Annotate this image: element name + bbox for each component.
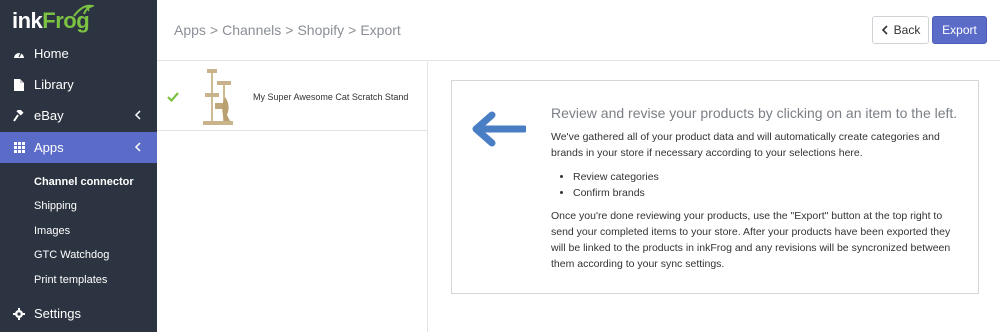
breadcrumb: Apps > Channels > Shopify > Export	[174, 22, 401, 38]
sidebar-subitem-channel-connector[interactable]: Channel connector	[34, 176, 134, 188]
breadcrumb-separator: >	[348, 22, 357, 38]
sidebar-item-home[interactable]: Home	[0, 38, 157, 69]
product-name: My Super Awesome Cat Scratch Stand	[253, 92, 409, 102]
back-button[interactable]: Back	[872, 16, 929, 44]
sidebar-subitem-gtc-watchdog[interactable]: GTC Watchdog	[34, 249, 109, 261]
sidebar-item-label: Settings	[34, 306, 81, 321]
product-thumbnail	[203, 69, 233, 125]
sidebar-item-label: Library	[34, 77, 74, 92]
breadcrumb-item-apps[interactable]: Apps	[174, 22, 206, 38]
list-item: Confirm brands	[573, 185, 659, 201]
chevron-left-icon	[881, 25, 888, 35]
sidebar-item-library[interactable]: Library	[0, 69, 157, 100]
breadcrumb-separator: >	[285, 22, 294, 38]
instructions-panel: Review and revise your products by click…	[451, 80, 979, 294]
sidebar-subitem-print-templates[interactable]: Print templates	[34, 274, 107, 286]
sidebar-item-label: Apps	[34, 140, 64, 155]
panel-bullet-list: Review categories Confirm brands	[565, 169, 659, 201]
dashboard-icon	[12, 49, 26, 59]
frog-leaf-icon	[73, 4, 94, 17]
sidebar-item-label: Home	[34, 46, 69, 61]
export-button-label: Export	[942, 23, 977, 37]
breadcrumb-separator: >	[209, 22, 219, 38]
back-button-label: Back	[893, 23, 921, 37]
breadcrumb-item-export: Export	[360, 22, 401, 38]
chevron-left-icon	[134, 110, 141, 120]
chevron-left-icon	[134, 142, 141, 152]
panel-intro-text: We've gathered all of your product data …	[551, 131, 940, 159]
gear-icon	[12, 307, 26, 320]
sidebar-subitem-images[interactable]: Images	[34, 225, 70, 237]
gavel-icon	[12, 109, 26, 122]
sidebar-item-ebay[interactable]: eBay	[0, 100, 157, 131]
check-icon	[167, 92, 179, 102]
sidebar-subitem-shipping[interactable]: Shipping	[34, 200, 77, 212]
inkfrog-logo[interactable]: inkFrog	[12, 4, 94, 34]
list-item: Review categories	[573, 169, 659, 185]
sidebar: inkFrog Home Library eBay Apps Channel c…	[0, 0, 157, 332]
top-header: Apps > Channels > Shopify > Export Back Export	[157, 0, 1000, 61]
panel-outro-text: Once you're done reviewing your products…	[551, 210, 951, 270]
product-list: My Super Awesome Cat Scratch Stand	[157, 62, 428, 332]
panel-title: Review and revise your products by click…	[551, 105, 958, 121]
breadcrumb-item-channels[interactable]: Channels	[222, 22, 281, 38]
arrow-left-icon	[472, 111, 526, 147]
breadcrumb-item-shopify[interactable]: Shopify	[297, 22, 344, 38]
export-button[interactable]: Export	[932, 16, 987, 44]
sidebar-item-label: eBay	[34, 108, 64, 123]
file-icon	[12, 78, 26, 91]
grid-icon	[12, 142, 26, 153]
sidebar-item-apps[interactable]: Apps	[0, 132, 157, 163]
logo-text-ink: ink	[12, 8, 43, 33]
list-item[interactable]: My Super Awesome Cat Scratch Stand	[157, 62, 428, 131]
sidebar-item-settings[interactable]: Settings	[0, 298, 157, 329]
